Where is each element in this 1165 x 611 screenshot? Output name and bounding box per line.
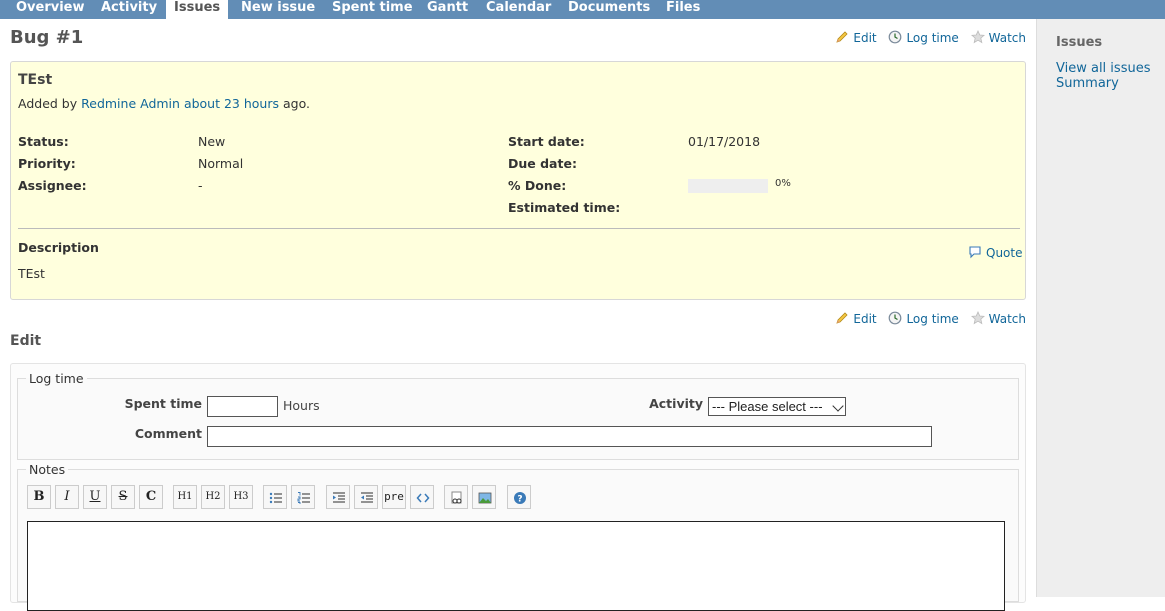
priority-value: Normal bbox=[198, 156, 244, 171]
tab-files[interactable]: Files bbox=[658, 0, 708, 19]
comment-label: Comment bbox=[134, 426, 202, 441]
assignee-value: - bbox=[198, 178, 203, 193]
link-icon bbox=[451, 491, 462, 504]
ordered-list-button[interactable] bbox=[291, 485, 315, 509]
done-progress-bar bbox=[688, 179, 768, 193]
heading-2-button[interactable]: H2 bbox=[201, 485, 225, 509]
start-date-label: Start date: bbox=[508, 134, 585, 149]
estimated-time-label: Estimated time: bbox=[508, 200, 621, 215]
age-link[interactable]: about 23 hours bbox=[184, 96, 279, 111]
description-text: TEst bbox=[18, 266, 45, 281]
heading-1-button[interactable]: H1 bbox=[173, 485, 197, 509]
bold-button[interactable]: B bbox=[27, 485, 51, 509]
done-value: 0% bbox=[775, 178, 791, 189]
edit-link[interactable]: Edit bbox=[835, 30, 877, 45]
status-label: Status: bbox=[18, 134, 69, 149]
image-icon bbox=[478, 492, 492, 504]
watch-link-bottom[interactable]: Watch bbox=[970, 311, 1026, 326]
underline-button[interactable]: U bbox=[83, 485, 107, 509]
spent-time-label: Spent time bbox=[124, 396, 202, 411]
numbered-list-icon bbox=[297, 492, 310, 504]
due-date-label: Due date: bbox=[508, 156, 577, 171]
pencil-icon bbox=[836, 31, 848, 43]
done-label: % Done: bbox=[508, 178, 567, 193]
clock-icon bbox=[889, 311, 902, 325]
hours-label: Hours bbox=[283, 398, 320, 413]
description-label: Description bbox=[18, 240, 99, 255]
edit-heading: Edit bbox=[10, 333, 42, 349]
italic-button[interactable]: I bbox=[55, 485, 79, 509]
contextual-actions-bottom: Edit Log time Watch bbox=[827, 311, 1026, 326]
watch-link[interactable]: Watch bbox=[970, 30, 1026, 45]
notes-textarea[interactable] bbox=[27, 521, 1005, 611]
quote-link[interactable]: Quote bbox=[968, 245, 1022, 260]
comment-input[interactable] bbox=[207, 426, 932, 447]
clock-icon bbox=[889, 30, 902, 44]
tab-documents[interactable]: Documents bbox=[560, 0, 658, 19]
status-value: New bbox=[198, 134, 226, 149]
main-menu: Overview Activity Issues New issue Spent… bbox=[0, 0, 1165, 19]
activity-select[interactable]: --- Please select --- bbox=[708, 397, 846, 416]
image-button[interactable] bbox=[472, 485, 496, 509]
comment-icon bbox=[969, 246, 981, 259]
start-date-value: 01/17/2018 bbox=[688, 134, 761, 149]
log-time-link-bottom[interactable]: Log time bbox=[888, 311, 959, 326]
divider bbox=[18, 228, 1020, 229]
issue-details: TEst Added by Redmine Admin about 23 hou… bbox=[10, 61, 1026, 300]
tab-issues[interactable]: Issues bbox=[166, 0, 229, 19]
sidebar: Issues View all issues Summary bbox=[1036, 19, 1165, 597]
author-link[interactable]: Redmine Admin bbox=[81, 96, 180, 111]
sidebar-link-view-all-issues[interactable]: View all issues bbox=[1056, 61, 1150, 76]
heading-3-button[interactable]: H3 bbox=[229, 485, 253, 509]
contextual-actions-top: Edit Log time Watch bbox=[827, 30, 1026, 45]
tab-spent-time[interactable]: Spent time bbox=[324, 0, 421, 19]
outdent-icon bbox=[361, 492, 373, 503]
preformatted-button[interactable]: pre bbox=[382, 485, 406, 509]
page-title: Bug #1 bbox=[10, 27, 84, 48]
help-icon: ? bbox=[514, 492, 526, 505]
spent-time-input[interactable] bbox=[207, 396, 278, 417]
code-brackets-icon bbox=[416, 493, 430, 503]
link-button[interactable] bbox=[444, 485, 468, 509]
log-time-link[interactable]: Log time bbox=[888, 30, 959, 45]
strikethrough-button[interactable]: S bbox=[111, 485, 135, 509]
bulleted-list-icon bbox=[269, 492, 282, 504]
priority-label: Priority: bbox=[18, 156, 76, 171]
tab-overview[interactable]: Overview bbox=[8, 0, 93, 19]
tab-gantt[interactable]: Gantt bbox=[419, 0, 476, 19]
unordered-list-button[interactable] bbox=[263, 485, 287, 509]
indent-button[interactable] bbox=[326, 485, 350, 509]
tab-calendar[interactable]: Calendar bbox=[478, 0, 559, 19]
activity-label: Activity bbox=[649, 396, 703, 411]
inline-code-button[interactable]: C bbox=[139, 485, 163, 509]
star-icon bbox=[970, 311, 985, 325]
chevron-down-icon bbox=[832, 400, 844, 412]
code-highlight-button[interactable] bbox=[410, 485, 434, 509]
sidebar-link-summary[interactable]: Summary bbox=[1056, 76, 1119, 91]
star-icon bbox=[970, 30, 985, 44]
indent-icon bbox=[333, 492, 345, 503]
help-button[interactable]: ? bbox=[507, 485, 531, 509]
pencil-icon bbox=[836, 312, 848, 324]
notes-legend: Notes bbox=[29, 462, 66, 477]
assignee-label: Assignee: bbox=[18, 178, 87, 193]
outdent-button[interactable] bbox=[354, 485, 378, 509]
svg-text:?: ? bbox=[517, 495, 522, 505]
sidebar-heading: Issues bbox=[1056, 35, 1103, 50]
edit-link-bottom[interactable]: Edit bbox=[835, 311, 877, 326]
tab-new-issue[interactable]: New issue bbox=[233, 0, 323, 19]
issue-subject: TEst bbox=[18, 72, 53, 88]
issue-author-line: Added by Redmine Admin about 23 hours ag… bbox=[18, 96, 310, 111]
tab-activity[interactable]: Activity bbox=[93, 0, 165, 19]
log-time-legend: Log time bbox=[29, 371, 84, 386]
